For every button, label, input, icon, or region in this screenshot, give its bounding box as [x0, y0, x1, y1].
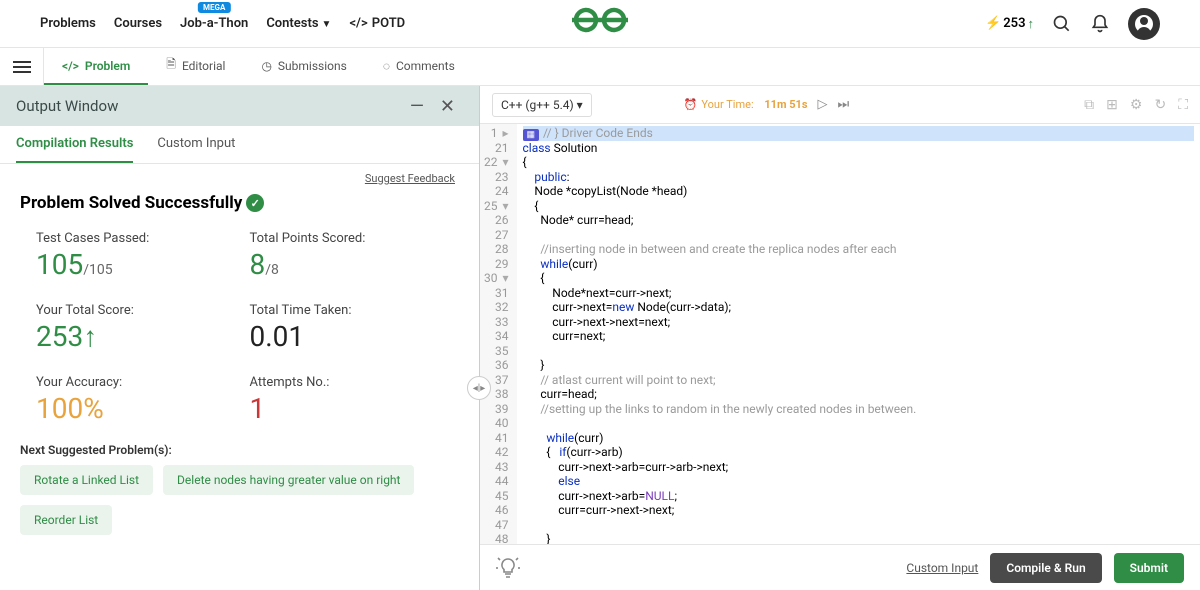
tab-problem[interactable]: </>Problem	[44, 48, 148, 85]
settings-icon[interactable]: ⚙	[1130, 97, 1143, 113]
next-suggested-label: Next Suggested Problem(s):	[0, 431, 479, 465]
subtab-compilation[interactable]: Compilation Results	[16, 126, 133, 163]
chip-delete-nodes[interactable]: Delete nodes having greater value on rig…	[163, 465, 414, 495]
streak-counter[interactable]: ⚡ 253 ↑	[985, 16, 1034, 32]
tab-editorial[interactable]: 🗎Editorial	[148, 48, 243, 85]
up-arrow-icon: ↑	[1028, 16, 1035, 32]
time-value: 0.01	[250, 320, 444, 353]
output-window-title: Output Window	[16, 97, 118, 115]
close-button[interactable]: ✕	[432, 96, 463, 117]
avatar[interactable]	[1128, 8, 1160, 40]
points-label: Total Points Scored:	[250, 231, 444, 246]
subtab-custom-input[interactable]: Custom Input	[157, 126, 235, 163]
copy-icon[interactable]: ⧉	[1084, 97, 1094, 113]
attempts-label: Attempts No.:	[250, 375, 444, 390]
submit-button[interactable]: Submit	[1114, 553, 1184, 583]
nav-contests[interactable]: Contests▼	[266, 16, 331, 31]
nav-jobathon[interactable]: MEGA Job-a-Thon	[180, 16, 248, 31]
code-editor[interactable]: 1 ▸2122 ▾232425 ▾2627282930 ▾31323334353…	[480, 124, 1200, 544]
doc-icon: 🗎	[166, 55, 176, 76]
chip-rotate[interactable]: Rotate a Linked List	[20, 465, 153, 495]
gfg-logo[interactable]	[572, 7, 628, 40]
accuracy-label: Your Accuracy:	[36, 375, 230, 390]
timer-value: 11m 51s	[764, 98, 807, 111]
code-icon: </>	[62, 59, 79, 73]
accuracy-value: 100%	[36, 392, 230, 425]
minimize-button[interactable]: —	[402, 96, 432, 117]
streak-value: 253	[1003, 16, 1025, 31]
chip-reorder[interactable]: Reorder List	[20, 505, 112, 535]
nav-problems[interactable]: Problems	[40, 16, 96, 31]
time-label: Total Time Taken:	[250, 303, 444, 318]
attempts-value: 1	[250, 392, 444, 425]
play-icon[interactable]: ▷	[818, 97, 828, 112]
compile-run-button[interactable]: Compile & Run	[990, 553, 1101, 583]
suggest-feedback-link[interactable]: Suggest Feedback	[0, 164, 479, 185]
nav-potd[interactable]: </>POTD	[349, 16, 405, 31]
score-value: 253	[36, 320, 83, 353]
check-icon: ✓	[246, 194, 264, 212]
custom-input-link[interactable]: Custom Input	[906, 561, 978, 575]
clock-icon: ◷	[261, 59, 271, 73]
search-icon[interactable]	[1052, 14, 1072, 34]
mega-badge: MEGA	[198, 2, 230, 13]
layout-icon[interactable]: ⊞	[1106, 97, 1118, 113]
chat-icon: ◌	[383, 59, 390, 73]
forward-icon[interactable]: ⏭	[838, 97, 850, 112]
testcases-value: 105	[36, 248, 83, 281]
chevron-down-icon: ▼	[322, 19, 332, 30]
timer: ⏰ Your Time: 11m 51s ▷ ⏭	[684, 97, 850, 112]
points-total: /8	[265, 262, 279, 278]
language-select[interactable]: C++ (g++ 5.4) ▾	[492, 93, 592, 117]
tab-submissions[interactable]: ◷Submissions	[243, 48, 364, 85]
alarm-icon: ⏰	[684, 98, 698, 111]
testcases-total: /105	[83, 262, 112, 278]
score-label: Your Total Score:	[36, 303, 230, 318]
testcases-label: Test Cases Passed:	[36, 231, 230, 246]
hint-icon[interactable]	[496, 556, 520, 580]
refresh-icon[interactable]: ↻	[1154, 97, 1166, 113]
tab-comments[interactable]: ◌Comments	[365, 48, 473, 85]
bolt-icon: ⚡	[985, 16, 1001, 31]
resize-handle[interactable]: ◂|▸	[467, 376, 491, 400]
bell-icon[interactable]	[1090, 14, 1110, 34]
up-arrow-icon: ↑	[83, 320, 97, 353]
code-icon: </>	[349, 16, 367, 31]
points-value: 8	[250, 248, 266, 281]
nav-courses[interactable]: Courses	[114, 16, 162, 31]
success-message: Problem Solved Successfully	[20, 193, 242, 213]
hamburger-menu[interactable]	[0, 48, 44, 85]
fullscreen-icon[interactable]: ⛶	[1178, 97, 1188, 113]
